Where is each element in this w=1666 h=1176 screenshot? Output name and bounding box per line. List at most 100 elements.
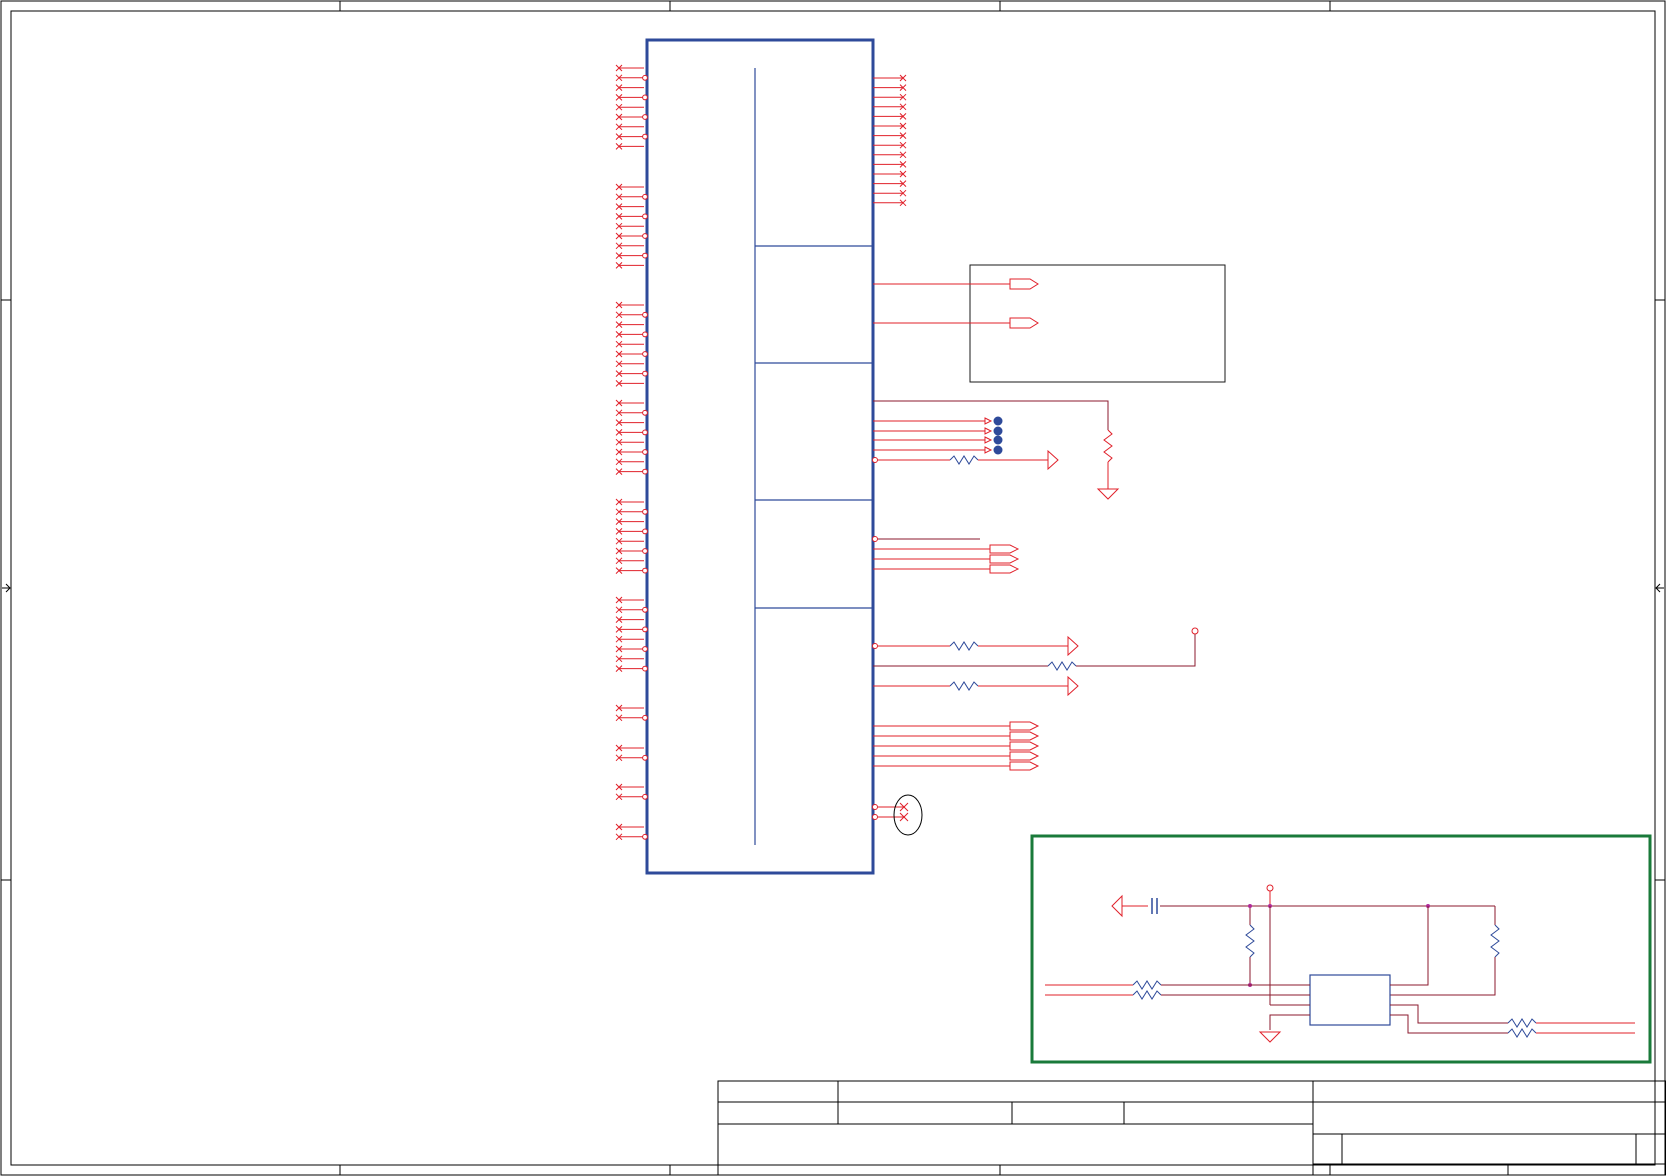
left-pin-39	[615, 528, 648, 535]
left-pin-column	[615, 64, 648, 841]
left-pin-36	[615, 498, 644, 506]
signal-output-box	[873, 264, 1226, 383]
left-pin-21	[615, 321, 644, 328]
left-pin-34	[615, 458, 644, 466]
left-pin-45	[615, 606, 648, 614]
left-pin-42	[615, 557, 644, 565]
left-pin-15	[615, 232, 648, 240]
level-shifter-ic	[1309, 974, 1391, 1026]
right-nc-pin-11	[873, 170, 907, 178]
power-flag-3	[1067, 675, 1079, 697]
sheet-frame	[0, 0, 1666, 1176]
left-pin-51	[615, 665, 648, 672]
schematic-sheet	[0, 0, 1666, 1176]
right-nc-pin-5	[873, 113, 907, 120]
left-pin-8	[615, 133, 648, 140]
left-pin-16	[615, 242, 644, 250]
left-pin-59	[615, 833, 648, 841]
left-pin-3	[615, 84, 644, 91]
left-pin-32	[615, 438, 644, 446]
right-nc-pin-14	[873, 199, 907, 207]
resistor-r-vertical-3	[1490, 924, 1500, 958]
left-pin-54	[615, 744, 644, 752]
output-port-2	[1009, 317, 1039, 329]
right-nc-pin-1	[873, 74, 907, 82]
left-pin-18	[615, 262, 644, 269]
left-pin-14	[615, 222, 644, 230]
left-center-arrow-icon	[2, 583, 11, 593]
section-output-bus	[872, 536, 1020, 574]
left-pin-41	[615, 547, 648, 555]
title-block	[717, 1080, 1666, 1176]
test-point-4	[993, 445, 1003, 455]
left-pin-40	[615, 537, 644, 545]
left-pin-56	[615, 783, 644, 791]
left-pin-5	[615, 103, 644, 111]
ground-symbol-1	[1096, 488, 1120, 500]
right-nc-pin-13	[873, 189, 907, 197]
left-pin-17	[615, 252, 648, 259]
right-nc-pin-7	[873, 132, 907, 139]
resistor-r-horizontal-5	[1132, 980, 1162, 990]
left-pin-52	[615, 704, 644, 712]
markup-circle	[893, 794, 923, 836]
left-pin-37	[615, 508, 648, 516]
section-pullups	[872, 627, 1199, 836]
test-point-1	[993, 416, 1003, 426]
left-pin-19	[615, 301, 644, 309]
left-pin-26	[615, 370, 648, 377]
output-port-1	[1009, 278, 1039, 290]
left-pin-9	[615, 143, 644, 150]
level-shifter-subcircuit	[1030, 834, 1652, 1064]
test-point-2	[993, 426, 1003, 436]
left-pin-25	[615, 360, 644, 368]
left-pin-44	[615, 596, 644, 604]
left-pin-12	[615, 203, 644, 210]
right-nc-pin-2	[873, 84, 907, 91]
left-pin-35	[615, 468, 648, 475]
left-pin-20	[615, 311, 648, 319]
right-nc-pin-10	[873, 161, 907, 168]
left-pin-55	[615, 754, 648, 762]
ground-symbol-3	[1258, 1031, 1282, 1043]
left-pin-22	[615, 331, 648, 338]
right-nc-pin-4	[873, 103, 907, 111]
left-pin-28	[615, 399, 644, 407]
left-pin-57	[615, 793, 648, 801]
left-pin-30	[615, 419, 644, 426]
left-pin-2	[615, 74, 648, 82]
main-ic-block	[645, 38, 875, 875]
left-pin-33	[615, 448, 648, 456]
resistor-r-horizontal-2	[949, 641, 979, 651]
left-pin-31	[615, 429, 648, 436]
resistor-r-horizontal-4	[949, 681, 979, 691]
resistor-r-vertical-1	[1103, 429, 1113, 463]
resistor-r-horizontal-1	[949, 455, 979, 465]
left-pin-4	[615, 94, 648, 101]
left-pin-6	[615, 113, 648, 121]
left-pin-38	[615, 518, 644, 525]
test-point-3	[993, 435, 1003, 445]
left-pin-24	[615, 350, 648, 358]
right-nc-pin-9	[873, 151, 907, 159]
left-pin-13	[615, 213, 648, 220]
left-pin-58	[615, 823, 644, 831]
section-test-points	[872, 400, 1120, 500]
resistor-r-horizontal-7	[1507, 1018, 1537, 1028]
left-pin-23	[615, 340, 644, 348]
left-pin-46	[615, 616, 644, 623]
right-nc-pin-3	[873, 93, 907, 101]
ground-symbol-2	[1111, 894, 1123, 918]
left-pin-1	[615, 64, 644, 72]
left-pin-50	[615, 655, 644, 663]
right-center-arrow-icon	[1655, 583, 1664, 593]
power-flag-1	[1047, 449, 1059, 471]
resistor-r-horizontal-3	[1047, 661, 1077, 671]
left-pin-48	[615, 635, 644, 643]
right-nc-pin-12	[873, 180, 907, 187]
right-nc-pin-8	[873, 141, 907, 149]
right-nc-pin-group	[873, 74, 907, 207]
left-pin-10	[615, 183, 644, 191]
left-pin-53	[615, 714, 648, 722]
left-pin-47	[615, 626, 648, 633]
